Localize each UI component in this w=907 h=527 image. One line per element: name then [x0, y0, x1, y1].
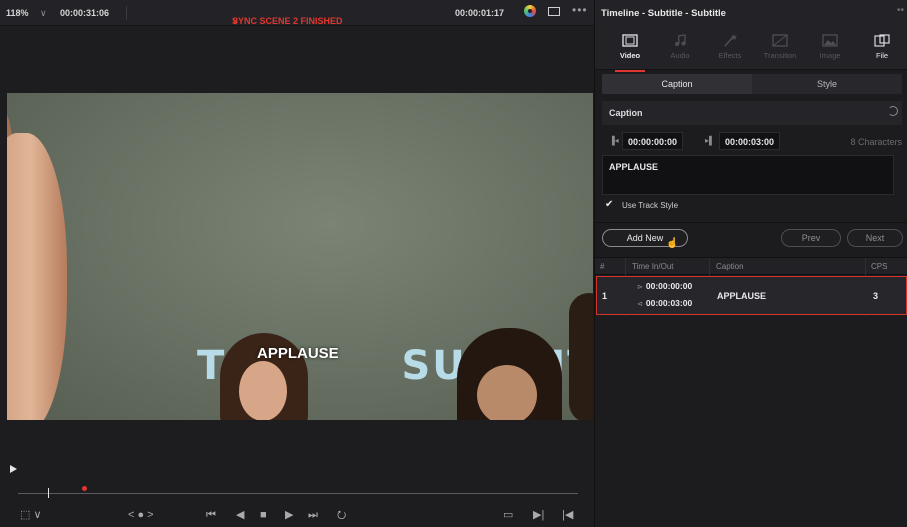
color-wheel-icon[interactable] — [524, 5, 536, 17]
caption-text-field[interactable]: APPLAUSE — [602, 155, 894, 195]
more-options-icon[interactable]: ••• — [572, 3, 588, 17]
row-time-in-value: 00:00:00:00 — [645, 281, 693, 291]
magic-wand-icon — [724, 34, 737, 47]
video-frame: T SUMMIT 2 APPLAUSE — [7, 93, 593, 420]
music-note-icon — [675, 34, 686, 46]
person-center-face — [239, 361, 287, 420]
tab-video-label: Video — [619, 51, 641, 60]
file-icon — [874, 34, 890, 47]
tab-file-label: File — [875, 51, 889, 60]
tab-file[interactable]: File — [857, 32, 907, 68]
row-time-in: ⊳ 00:00:00:00 — [637, 281, 692, 291]
play-icon[interactable]: ▶ — [285, 509, 293, 521]
out-point-icon: ⊲ — [637, 301, 643, 308]
inspector-tabs: Video Audio Effects Transition Image Fil… — [595, 26, 907, 72]
zoom-level[interactable]: 118% — [6, 8, 29, 18]
tab-style[interactable]: Style — [752, 74, 902, 94]
tab-image[interactable]: Image — [805, 32, 855, 68]
in-point-icon: ▐◂ — [609, 136, 619, 145]
prev-button[interactable]: Prev — [781, 229, 841, 247]
scrubber-playhead[interactable] — [48, 488, 49, 498]
tab-video[interactable]: Video — [605, 32, 655, 72]
transport-controls: ⬚ ∨ < ● > ⏮ ◀ ■ ▶ ⏭ ⭮ ▭ ▶| |◀ — [0, 503, 594, 527]
record-timecode: 00:00:01:17 — [455, 8, 505, 18]
match-frame-icon[interactable]: ▭ — [503, 509, 513, 521]
next-clip-icon[interactable]: ▶| — [533, 509, 544, 521]
person-edge — [569, 293, 593, 420]
reset-icon[interactable] — [888, 106, 898, 116]
tab-audio[interactable]: Audio — [655, 32, 705, 68]
prev-clip-icon[interactable]: |◀ — [562, 509, 573, 521]
tab-image-label: Image — [819, 51, 841, 60]
marker-icon[interactable] — [82, 486, 87, 491]
viewer-header: 118% ∨ 00:00:31:06 SYNC SCENE 2 FINISHED… — [0, 0, 594, 26]
film-icon — [622, 34, 638, 47]
image-icon — [822, 34, 838, 47]
caption-style-switch: Caption Style — [602, 74, 902, 94]
column-header-index: # — [600, 262, 605, 271]
last-frame-icon[interactable]: ⏭ — [308, 509, 318, 521]
column-header-time: Time In/Out — [632, 262, 674, 271]
more-options-icon[interactable]: •• — [897, 5, 904, 16]
tab-audio-label: Audio — [670, 51, 690, 60]
row-cps: 3 — [873, 291, 879, 301]
checkmark-icon: ✔ — [605, 199, 614, 210]
tab-effects[interactable]: Effects — [705, 32, 755, 68]
viewer-panel: 118% ∨ 00:00:31:06 SYNC SCENE 2 FINISHED… — [0, 0, 594, 527]
scrubber-track[interactable] — [18, 493, 578, 494]
column-header-caption: Caption — [716, 262, 744, 271]
viewer-mode-icon[interactable] — [548, 7, 560, 16]
use-track-style-label: Use Track Style — [622, 201, 679, 210]
column-header-cps: CPS — [871, 262, 888, 271]
timeline-name: SYNC SCENE 2 FINISHED — [232, 16, 343, 26]
mouse-cursor-icon: ☝ — [666, 238, 679, 249]
inspector-panel: Timeline - Subtitle - Subtitle •• Video … — [594, 0, 907, 527]
inspector-header: Timeline - Subtitle - Subtitle •• — [595, 0, 907, 26]
subtitle-overlay[interactable]: APPLAUSE — [257, 345, 339, 362]
first-frame-icon[interactable]: ⏮ — [206, 509, 216, 521]
character-count: 8 Characters — [850, 137, 902, 147]
person-right-face — [477, 365, 537, 420]
caption-section-header: Caption — [602, 101, 902, 125]
transform-icon[interactable]: ⬚ ∨ — [20, 509, 42, 521]
caption-in-timecode[interactable]: 00:00:00:00 — [622, 132, 684, 150]
table-row[interactable]: 1 ⊳ 00:00:00:00 ⊲ 00:00:03:00 APPLAUSE 3 — [596, 276, 907, 315]
section-title: Caption — [609, 108, 643, 118]
inspector-title: Timeline - Subtitle - Subtitle — [601, 8, 726, 19]
source-timecode: 00:00:31:06 — [60, 8, 110, 18]
caption-table-header: # Time In/Out Caption CPS — [595, 257, 907, 275]
in-point-icon: ⊳ — [637, 284, 643, 291]
tab-transition-label: Transition — [763, 51, 797, 60]
divider — [595, 222, 907, 223]
play-reverse-icon[interactable]: ◀ — [236, 509, 244, 521]
chevron-down-icon: ∨ — [232, 16, 239, 26]
person-left-face — [7, 133, 67, 420]
row-index: 1 — [602, 291, 608, 301]
chevron-down-icon[interactable]: ∨ — [40, 8, 47, 19]
caption-timecode-row: ▐◂ 00:00:00:00 ▸▌ 00:00:03:00 8 Characte… — [602, 130, 902, 152]
loop-icon[interactable]: ⭮ — [337, 509, 346, 521]
nudge-control[interactable]: < ● > — [128, 509, 154, 521]
out-point-icon: ▸▌ — [705, 136, 715, 145]
playhead-indicator-icon — [10, 465, 17, 473]
transition-icon — [772, 34, 788, 47]
caption-out-timecode[interactable]: 00:00:03:00 — [719, 132, 781, 150]
row-caption: APPLAUSE — [717, 291, 767, 301]
row-time-out: ⊲ 00:00:03:00 — [637, 298, 692, 308]
tab-caption[interactable]: Caption — [602, 74, 752, 94]
tab-effects-label: Effects — [718, 51, 742, 60]
next-button[interactable]: Next — [847, 229, 903, 247]
divider — [126, 6, 127, 20]
stop-icon[interactable]: ■ — [260, 509, 267, 521]
row-time-out-value: 00:00:03:00 — [645, 298, 693, 308]
tab-transition[interactable]: Transition — [755, 32, 805, 68]
